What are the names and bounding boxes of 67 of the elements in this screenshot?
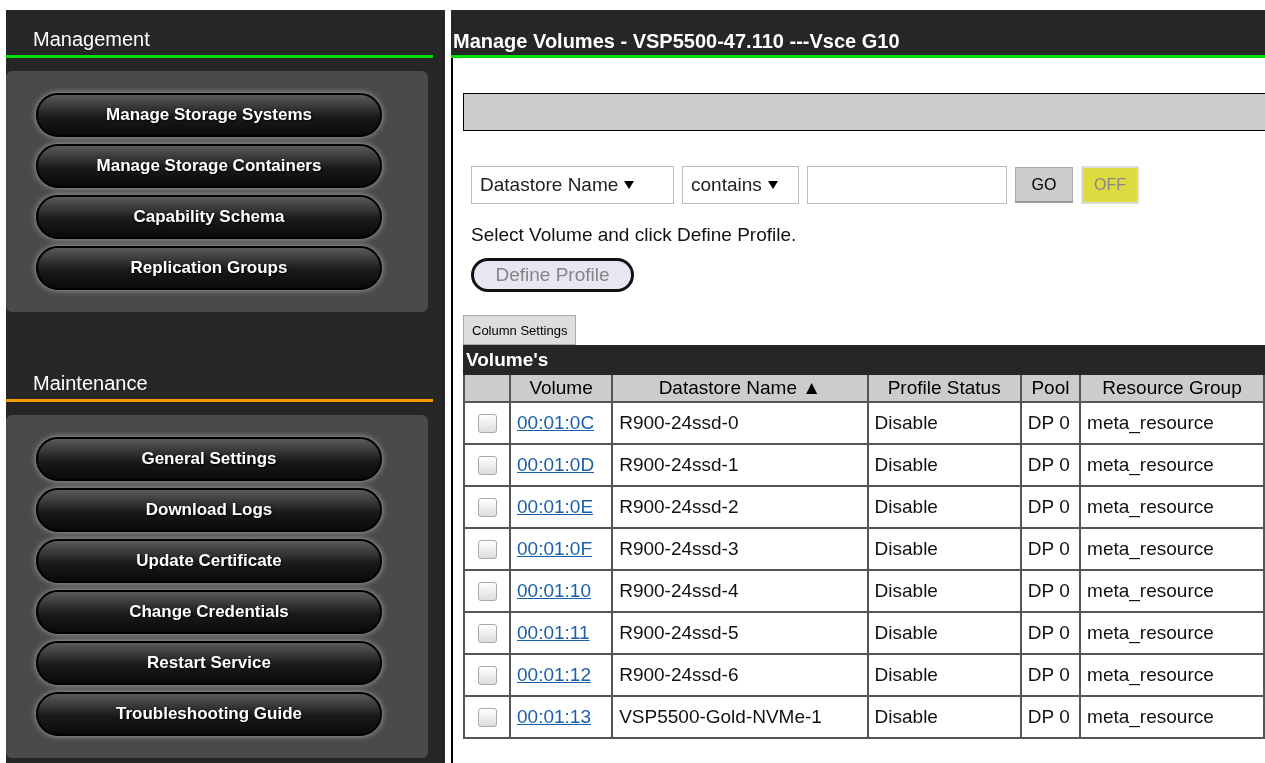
table-cell: meta_resource (1080, 654, 1264, 696)
column-header[interactable]: Pool (1020, 375, 1081, 402)
column-header[interactable]: Profile Status (867, 375, 1021, 402)
menu-button[interactable]: Troubleshooting Guide (36, 692, 382, 736)
row-checkbox[interactable] (477, 666, 497, 686)
table-cell: DP 0 (1020, 612, 1081, 654)
column-header[interactable]: Datastore Name ▲ (612, 375, 868, 402)
menu-button[interactable]: Manage Storage Systems (36, 93, 382, 137)
operator-dropdown[interactable]: contains (682, 166, 799, 204)
table-cell: meta_resource (1080, 486, 1264, 528)
table-cell: meta_resource (1080, 402, 1264, 444)
page-title: Manage Volumes - VSP5500-47.110 ---Vsce G10 (451, 10, 1265, 58)
table-cell: meta_resource (1080, 696, 1264, 738)
table-cell: DP 0 (1020, 444, 1081, 486)
row-checkbox[interactable] (477, 540, 497, 560)
row-checkbox[interactable] (477, 414, 497, 434)
caret-icon (624, 181, 635, 189)
section-heading: Management (6, 28, 433, 58)
field-dropdown[interactable]: Datastore Name (471, 166, 674, 204)
table-title: Volume's (463, 345, 1265, 375)
table-cell: DP 0 (1020, 486, 1081, 528)
instruction-text: Select Volume and click Define Profile. (471, 224, 798, 246)
table-cell: Disable (867, 528, 1021, 570)
menu-button[interactable]: Replication Groups (36, 246, 382, 290)
table-cell: Disable (867, 696, 1021, 738)
table-cell: Disable (867, 570, 1021, 612)
row-checkbox[interactable] (477, 498, 497, 518)
section-heading: Maintenance (6, 372, 433, 402)
caret-icon (767, 181, 778, 189)
table-cell: DP 0 (1020, 570, 1081, 612)
menu-button[interactable]: Capability Schema (36, 195, 382, 239)
table-cell: DP 0 (1020, 402, 1081, 444)
table-cell: Disable (867, 444, 1021, 486)
row-checkbox[interactable] (477, 624, 497, 644)
table-cell: R900-24ssd-6 (612, 654, 868, 696)
table-cell: R900-24ssd-4 (612, 570, 868, 612)
table-cell: Disable (867, 402, 1021, 444)
menu-button[interactable]: Update Certificate (36, 539, 382, 583)
table-cell: DP 0 (1020, 696, 1081, 738)
row-checkbox[interactable] (477, 582, 497, 602)
menu-button[interactable]: Download Logs (36, 488, 382, 532)
table-cell: VSP5500-Gold-NVMe-1 (612, 696, 868, 738)
table-cell: R900-24ssd-3 (612, 528, 868, 570)
table-cell: R900-24ssd-1 (612, 444, 868, 486)
table-cell: R900-24ssd-2 (612, 486, 868, 528)
table-cell: meta_resource (1080, 570, 1264, 612)
column-header[interactable]: Volume (510, 375, 613, 402)
table-cell: DP 0 (1020, 654, 1081, 696)
table-cell: DP 0 (1020, 528, 1081, 570)
row-checkbox[interactable] (477, 708, 497, 728)
column-settings-button[interactable]: Column Settings (463, 315, 577, 345)
table-cell: meta_resource (1080, 612, 1264, 654)
table-cell: Disable (867, 486, 1021, 528)
menu-button[interactable]: Change Credentials (36, 590, 382, 634)
table-cell: meta_resource (1080, 528, 1264, 570)
menu-button[interactable]: Restart Service (36, 641, 382, 685)
table-cell: Disable (867, 654, 1021, 696)
column-header[interactable]: Resource Group (1080, 375, 1264, 402)
row-checkbox[interactable] (477, 456, 497, 476)
search-field[interactable] (807, 166, 1007, 204)
table-cell: meta_resource (1080, 444, 1264, 486)
menu-button[interactable]: Manage Storage Containers (36, 144, 382, 188)
menu-button[interactable]: General Settings (36, 437, 382, 481)
go-button[interactable]: GO (1015, 167, 1073, 203)
table-cell: Disable (867, 612, 1021, 654)
table-cell: R900-24ssd-5 (612, 612, 868, 654)
table-cell: R900-24ssd-0 (612, 402, 868, 444)
